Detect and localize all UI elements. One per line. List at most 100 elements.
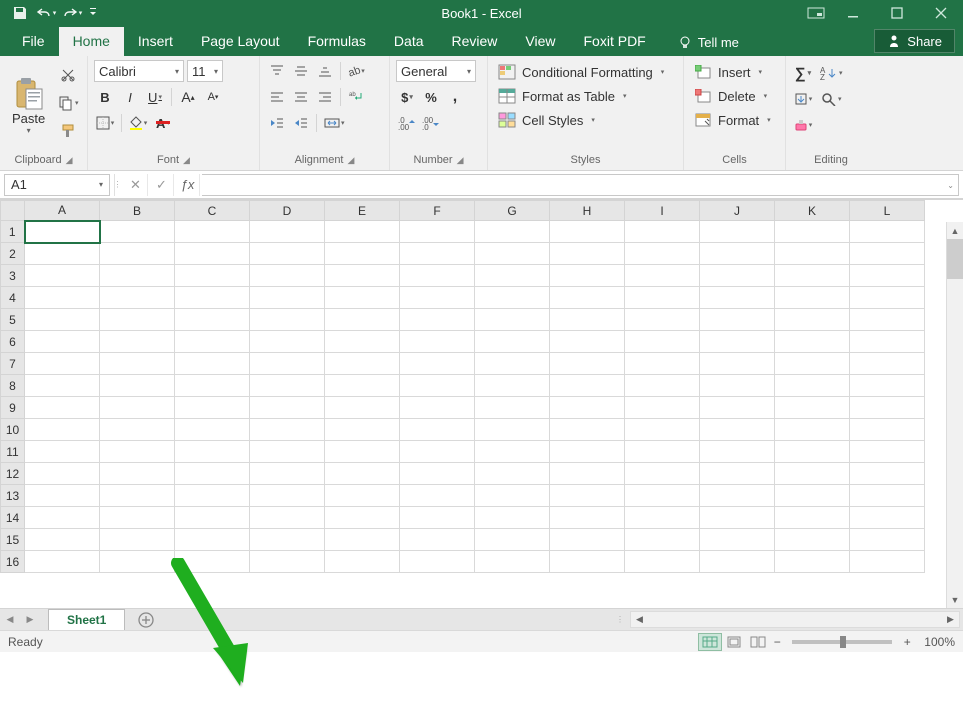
cell-G1[interactable] — [475, 221, 550, 243]
cell-J7[interactable] — [700, 353, 775, 375]
cell-G15[interactable] — [475, 529, 550, 551]
tab-foxit[interactable]: Foxit PDF — [570, 27, 660, 56]
col-header-B[interactable]: B — [100, 201, 175, 221]
cell-I9[interactable] — [625, 397, 700, 419]
cell-L9[interactable] — [850, 397, 925, 419]
cell-E4[interactable] — [325, 287, 400, 309]
cell-E8[interactable] — [325, 375, 400, 397]
bold-button[interactable]: B — [94, 86, 116, 108]
align-left-button[interactable] — [266, 86, 288, 108]
cell-A2[interactable] — [25, 243, 100, 265]
zoom-in-button[interactable]: + — [900, 635, 914, 649]
cell-styles-button[interactable]: Cell Styles▾ — [494, 110, 668, 130]
tab-review[interactable]: Review — [438, 27, 512, 56]
cell-J5[interactable] — [700, 309, 775, 331]
cell-C16[interactable] — [175, 551, 250, 573]
col-header-C[interactable]: C — [175, 201, 250, 221]
align-top-button[interactable] — [266, 60, 288, 82]
cell-G9[interactable] — [475, 397, 550, 419]
font-launcher-icon[interactable]: ◢ — [183, 155, 190, 166]
cell-H9[interactable] — [550, 397, 625, 419]
cell-D2[interactable] — [250, 243, 325, 265]
autosum-button[interactable]: ∑▾ — [792, 62, 814, 84]
cell-F15[interactable] — [400, 529, 475, 551]
cell-C10[interactable] — [175, 419, 250, 441]
col-header-D[interactable]: D — [250, 201, 325, 221]
increase-indent-button[interactable] — [290, 112, 312, 134]
format-as-table-button[interactable]: Format as Table▾ — [494, 86, 668, 106]
cell-B3[interactable] — [100, 265, 175, 287]
cell-E1[interactable] — [325, 221, 400, 243]
cell-J11[interactable] — [700, 441, 775, 463]
cell-C14[interactable] — [175, 507, 250, 529]
cell-B1[interactable] — [100, 221, 175, 243]
cell-H8[interactable] — [550, 375, 625, 397]
cell-K6[interactable] — [775, 331, 850, 353]
clipboard-launcher-icon[interactable]: ◢ — [66, 155, 73, 166]
cell-K11[interactable] — [775, 441, 850, 463]
fill-button[interactable]: ▾ — [792, 88, 814, 110]
cell-I3[interactable] — [625, 265, 700, 287]
cell-B2[interactable] — [100, 243, 175, 265]
cell-B11[interactable] — [100, 441, 175, 463]
cell-D4[interactable] — [250, 287, 325, 309]
cell-L13[interactable] — [850, 485, 925, 507]
cell-L16[interactable] — [850, 551, 925, 573]
cell-E5[interactable] — [325, 309, 400, 331]
italic-button[interactable]: I — [119, 86, 141, 108]
cell-H5[interactable] — [550, 309, 625, 331]
cell-A16[interactable] — [25, 551, 100, 573]
cell-B6[interactable] — [100, 331, 175, 353]
cell-L7[interactable] — [850, 353, 925, 375]
cell-K1[interactable] — [775, 221, 850, 243]
row-header-5[interactable]: 5 — [1, 309, 25, 331]
cell-G5[interactable] — [475, 309, 550, 331]
cell-J15[interactable] — [700, 529, 775, 551]
cell-D14[interactable] — [250, 507, 325, 529]
find-select-button[interactable]: ▾ — [820, 88, 843, 110]
cell-H15[interactable] — [550, 529, 625, 551]
cell-K9[interactable] — [775, 397, 850, 419]
insert-cells-button[interactable]: Insert▾ — [690, 62, 775, 82]
cell-K2[interactable] — [775, 243, 850, 265]
col-header-J[interactable]: J — [700, 201, 775, 221]
cell-E13[interactable] — [325, 485, 400, 507]
close-button[interactable] — [919, 0, 963, 26]
cell-F8[interactable] — [400, 375, 475, 397]
cell-E9[interactable] — [325, 397, 400, 419]
increase-decimal-button[interactable]: .0.00 — [396, 112, 418, 134]
cell-E3[interactable] — [325, 265, 400, 287]
cell-C12[interactable] — [175, 463, 250, 485]
shrink-font-button[interactable]: A▾ — [202, 86, 224, 108]
cell-D9[interactable] — [250, 397, 325, 419]
cell-J3[interactable] — [700, 265, 775, 287]
cell-L10[interactable] — [850, 419, 925, 441]
cell-G12[interactable] — [475, 463, 550, 485]
cell-L8[interactable] — [850, 375, 925, 397]
cell-C15[interactable] — [175, 529, 250, 551]
cell-H2[interactable] — [550, 243, 625, 265]
cell-D15[interactable] — [250, 529, 325, 551]
cell-C7[interactable] — [175, 353, 250, 375]
row-header-2[interactable]: 2 — [1, 243, 25, 265]
cell-F12[interactable] — [400, 463, 475, 485]
page-layout-view-button[interactable] — [722, 633, 746, 651]
cell-E7[interactable] — [325, 353, 400, 375]
align-middle-button[interactable] — [290, 60, 312, 82]
cell-A4[interactable] — [25, 287, 100, 309]
cell-A5[interactable] — [25, 309, 100, 331]
cell-K15[interactable] — [775, 529, 850, 551]
cell-B5[interactable] — [100, 309, 175, 331]
cell-D16[interactable] — [250, 551, 325, 573]
cell-F4[interactable] — [400, 287, 475, 309]
cell-J16[interactable] — [700, 551, 775, 573]
cell-E2[interactable] — [325, 243, 400, 265]
cell-G7[interactable] — [475, 353, 550, 375]
wrap-text-button[interactable]: ab — [345, 86, 367, 108]
col-header-A[interactable]: A — [25, 201, 100, 221]
cell-B14[interactable] — [100, 507, 175, 529]
cell-H13[interactable] — [550, 485, 625, 507]
cell-G13[interactable] — [475, 485, 550, 507]
cell-A7[interactable] — [25, 353, 100, 375]
cell-K3[interactable] — [775, 265, 850, 287]
